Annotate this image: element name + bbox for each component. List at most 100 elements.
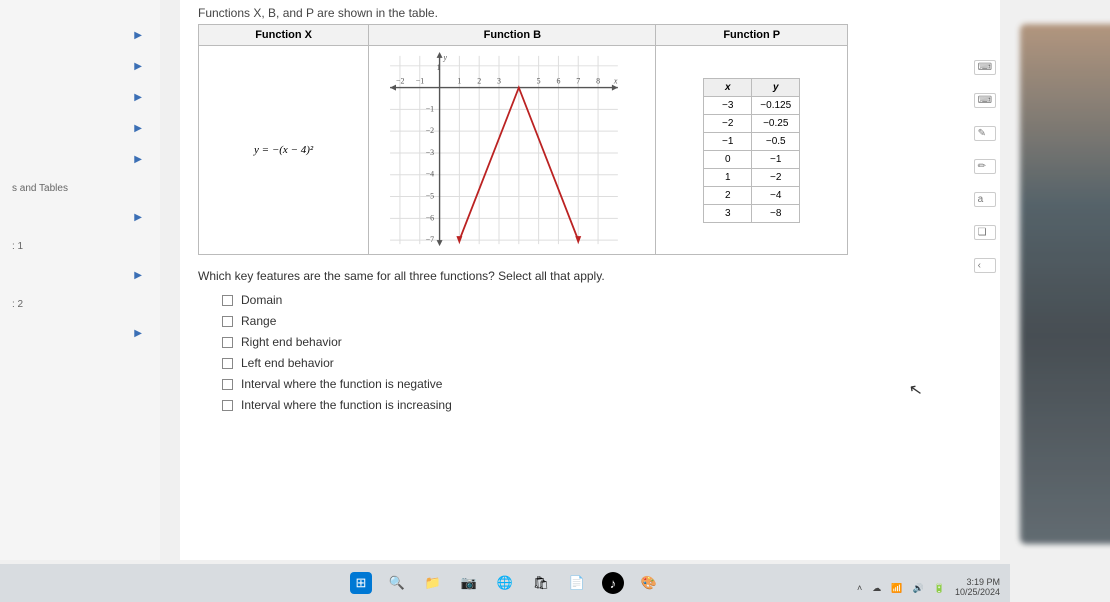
wifi-icon[interactable]: 📶 xyxy=(891,583,902,594)
play-icon: ▶ xyxy=(134,92,142,103)
cell: −0.5 xyxy=(752,132,800,150)
function-p-table: xy −3−0.125 −2−0.25 −1−0.5 0−1 1−2 2−4 3… xyxy=(703,78,800,223)
option-label: Domain xyxy=(241,293,282,307)
checkbox-icon[interactable] xyxy=(222,358,233,369)
text-tool-icon[interactable]: a xyxy=(974,192,996,207)
cloud-icon[interactable]: ☁ xyxy=(872,583,881,594)
checkbox-icon[interactable] xyxy=(222,379,233,390)
svg-text:6: 6 xyxy=(557,77,561,86)
sidebar-item[interactable]: ▶ xyxy=(0,113,160,144)
sidebar-item[interactable]: ▶ xyxy=(0,202,160,233)
table-row: 1−2 xyxy=(704,168,800,186)
table-row: 3−8 xyxy=(704,204,800,222)
function-x-formula: y = −(x − 4)² xyxy=(199,46,369,255)
explorer-icon[interactable]: 📁 xyxy=(422,572,444,594)
main-content: Functions X, B, and P are shown in the t… xyxy=(180,0,1000,560)
option-label: Right end behavior xyxy=(241,335,342,349)
edge-icon[interactable]: 🌐 xyxy=(494,572,516,594)
answer-options: Domain Range Right end behavior Left end… xyxy=(222,293,982,412)
option-domain[interactable]: Domain xyxy=(222,293,982,307)
store-icon[interactable]: 🛍 xyxy=(530,572,552,594)
collapse-icon[interactable]: ‹ xyxy=(974,258,996,273)
sidebar-label-tables: s and Tables xyxy=(0,175,160,202)
volume-icon[interactable]: 🔊 xyxy=(913,583,924,594)
svg-text:−3: −3 xyxy=(426,148,434,157)
option-label: Interval where the function is increasin… xyxy=(241,398,452,412)
p-header-y: y xyxy=(752,78,800,96)
option-range[interactable]: Range xyxy=(222,314,982,328)
cell: −0.125 xyxy=(752,96,800,114)
svg-text:−1: −1 xyxy=(416,77,424,86)
cell: −1 xyxy=(752,150,800,168)
option-left-end[interactable]: Left end behavior xyxy=(222,356,982,370)
svg-text:7: 7 xyxy=(576,77,580,86)
sidebar-item[interactable]: ▶ xyxy=(0,260,160,291)
cell: 0 xyxy=(704,150,752,168)
functions-table: Function X Function B Function P y = −(x… xyxy=(198,24,848,255)
svg-text:8: 8 xyxy=(596,77,600,86)
play-icon: ▶ xyxy=(134,328,142,339)
search-icon[interactable]: 🔍 xyxy=(386,572,408,594)
table-row: 2−4 xyxy=(704,186,800,204)
svg-text:−2: −2 xyxy=(426,126,434,135)
play-icon: ▶ xyxy=(134,123,142,134)
clock[interactable]: 3:19 PM 10/25/2024 xyxy=(955,578,1000,598)
note-icon[interactable]: ⌨ xyxy=(974,93,996,108)
sidebar-item[interactable]: ▶ xyxy=(0,20,160,51)
option-label: Left end behavior xyxy=(241,356,334,370)
word-icon[interactable]: 📄 xyxy=(566,572,588,594)
svg-text:−4: −4 xyxy=(426,170,434,179)
highlighter-icon[interactable]: ✏ xyxy=(974,159,996,174)
tiktok-icon[interactable]: ♪ xyxy=(602,572,624,594)
p-header-x: x xyxy=(704,78,752,96)
svg-text:−2: −2 xyxy=(396,77,404,86)
checkbox-icon[interactable] xyxy=(222,400,233,411)
cell: 3 xyxy=(704,204,752,222)
col-header-b: Function B xyxy=(369,25,656,46)
intro-text: Functions X, B, and P are shown in the t… xyxy=(198,6,982,20)
background-photo xyxy=(1020,24,1110,544)
option-right-end[interactable]: Right end behavior xyxy=(222,335,982,349)
option-increasing[interactable]: Interval where the function is increasin… xyxy=(222,398,982,412)
date-text: 10/25/2024 xyxy=(955,588,1000,598)
eraser-icon[interactable]: ❏ xyxy=(974,225,996,240)
cursor-icon: ↖ xyxy=(907,379,924,401)
option-label: Interval where the function is negative xyxy=(241,377,442,391)
function-b-graph-cell: y x 1 −2−1 123 5678 −1−2−3 −4−5−6−7 xyxy=(369,46,656,255)
checkbox-icon[interactable] xyxy=(222,337,233,348)
system-tray[interactable]: ˄ ☁ 📶 🔊 🔋 3:19 PM 10/25/2024 xyxy=(857,578,1000,598)
camera-icon[interactable]: 📷 xyxy=(458,572,480,594)
svg-text:x: x xyxy=(613,77,618,86)
right-toolbar: ⌨ ⌨ ✎ ✏ a ❏ ‹ xyxy=(974,60,996,273)
sidebar-item[interactable]: ▶ xyxy=(0,318,160,349)
svg-text:−5: −5 xyxy=(426,192,434,201)
calculator-icon[interactable]: ⌨ xyxy=(974,60,996,75)
question-text: Which key features are the same for all … xyxy=(198,269,982,283)
cell: 2 xyxy=(704,186,752,204)
play-icon: ▶ xyxy=(134,270,142,281)
svg-text:−7: −7 xyxy=(426,235,434,244)
col-header-p: Function P xyxy=(656,25,848,46)
sidebar-item[interactable]: ▶ xyxy=(0,144,160,175)
svg-text:5: 5 xyxy=(537,77,541,86)
function-p-table-cell: xy −3−0.125 −2−0.25 −1−0.5 0−1 1−2 2−4 3… xyxy=(656,46,848,255)
table-row: −2−0.25 xyxy=(704,114,800,132)
play-icon: ▶ xyxy=(134,212,142,223)
start-icon[interactable]: ⊞ xyxy=(350,572,372,594)
cell: −4 xyxy=(752,186,800,204)
checkbox-icon[interactable] xyxy=(222,295,233,306)
checkbox-icon[interactable] xyxy=(222,316,233,327)
play-icon: ▶ xyxy=(134,154,142,165)
svg-text:−6: −6 xyxy=(426,213,434,222)
svg-text:2: 2 xyxy=(477,77,481,86)
option-negative[interactable]: Interval where the function is negative xyxy=(222,377,982,391)
sidebar-item[interactable]: ▶ xyxy=(0,82,160,113)
pencil-icon[interactable]: ✎ xyxy=(974,126,996,141)
svg-text:1: 1 xyxy=(458,77,462,86)
chrome-icon[interactable]: 🎨 xyxy=(638,572,660,594)
svg-text:1: 1 xyxy=(437,63,441,72)
battery-icon[interactable]: 🔋 xyxy=(934,583,945,594)
sidebar-label-2: : 2 xyxy=(0,291,160,318)
sidebar-item[interactable]: ▶ xyxy=(0,51,160,82)
chevron-up-icon[interactable]: ˄ xyxy=(857,583,862,593)
